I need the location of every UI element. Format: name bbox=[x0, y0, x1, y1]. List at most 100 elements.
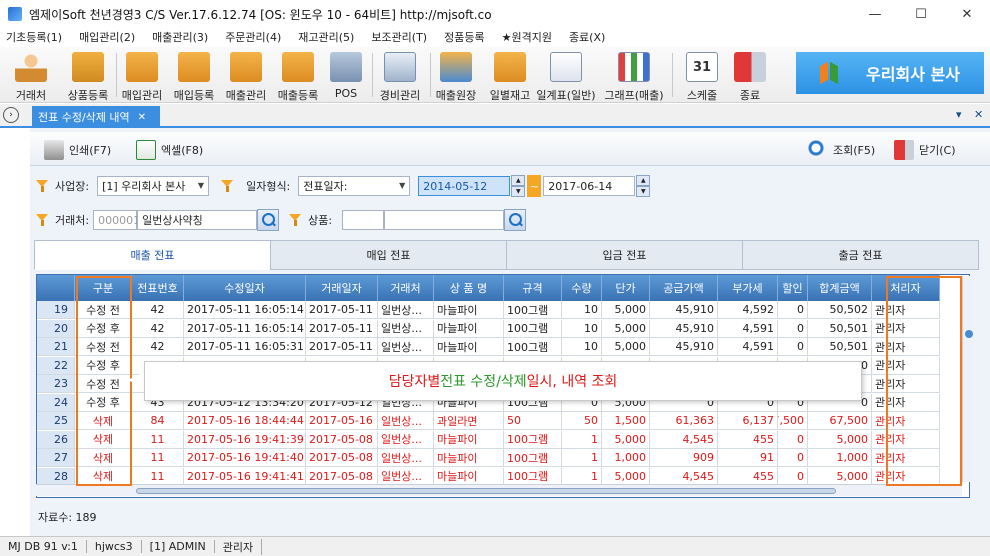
side-panel-toggle[interactable]: › bbox=[3, 107, 19, 123]
client-label: 거래처: bbox=[55, 214, 90, 227]
sales-ledger-button[interactable]: 매출원장 bbox=[426, 49, 486, 103]
grid-header-cell[interactable]: 상 품 명 bbox=[434, 275, 504, 301]
close-button[interactable]: ✕ bbox=[944, 0, 990, 28]
feature-callout: 담당자별 전표 수정/삭제 일시, 내역 조회 bbox=[144, 361, 862, 401]
minimize-button[interactable]: — bbox=[852, 0, 898, 28]
tab-purchase-voucher[interactable]: 매입 전표 bbox=[270, 240, 507, 270]
grid-header-cell[interactable]: 거래일자 bbox=[306, 275, 378, 301]
grid-header-cell[interactable]: 전표번호 bbox=[132, 275, 184, 301]
site-select[interactable]: [1] 우리회사 본사 ▼ bbox=[97, 176, 210, 196]
exit-button[interactable]: 종료 bbox=[720, 49, 780, 103]
sales-manage-button[interactable]: 매출관리 bbox=[216, 49, 276, 103]
tab-sales-voucher[interactable]: 매출 전표 bbox=[34, 240, 271, 270]
menu-inventory[interactable]: 재고관리(5) bbox=[298, 29, 354, 45]
pos-button[interactable]: POS bbox=[316, 49, 376, 100]
sales-graph-button[interactable]: 그래프(매출) bbox=[604, 49, 664, 103]
company-banner-button[interactable]: 우리회사 본사 bbox=[796, 52, 984, 94]
sales-box-icon bbox=[230, 52, 262, 82]
search-button[interactable]: 조회(F5) bbox=[808, 140, 875, 160]
client-button[interactable]: 거래처 bbox=[6, 49, 56, 103]
expense-manage-button[interactable]: 경비관리 bbox=[370, 49, 430, 103]
date-from-spinner[interactable]: ▲ ▼ bbox=[511, 175, 526, 197]
table-cell: 50,501 bbox=[808, 338, 872, 356]
table-row[interactable]: 20 수정 후 42 2017-05-11 16:05:14 2017-05-11 일번상… bbox=[37, 319, 940, 338]
daily-stock-button[interactable]: 일별재고 bbox=[480, 49, 540, 103]
tab-voucher-edit-history[interactable]: 전표 수정/삭제 내역 ✕ bbox=[32, 106, 160, 128]
date-type-select[interactable]: 전표일자: ▼ bbox=[298, 176, 411, 196]
grid-vertical-scrollbar[interactable] bbox=[962, 276, 974, 482]
table-cell: 7,500 bbox=[778, 412, 808, 430]
grid-header-cell[interactable]: 수정일자 bbox=[184, 275, 306, 301]
row-number: 28 bbox=[37, 467, 75, 486]
table-cell: 2017-05-08 bbox=[306, 449, 378, 467]
table-cell: 0 bbox=[778, 319, 808, 338]
product-code-input[interactable] bbox=[342, 210, 385, 230]
table-cell: 0 bbox=[778, 338, 808, 356]
client-code-input[interactable]: 000001 bbox=[93, 210, 140, 230]
tab-receipt-voucher[interactable]: 입금 전표 bbox=[506, 240, 743, 270]
table-row[interactable]: 27 삭제 11 2017-05-16 19:41:40 2017-05-08 일번상..… bbox=[37, 449, 940, 467]
purchase-manage-button[interactable]: 매입관리 bbox=[112, 49, 172, 103]
table-row[interactable]: 26 삭제 11 2017-05-16 19:41:39 2017-05-08 일번상..… bbox=[37, 430, 940, 449]
date-to-input[interactable]: 2017-06-14 bbox=[543, 176, 636, 196]
table-row[interactable]: 28 삭제 11 2017-05-16 19:41:41 2017-05-08 일번상..… bbox=[37, 467, 940, 486]
table-row[interactable]: 19 수정 전 42 2017-05-11 16:05:14 2017-05-11 일번상… bbox=[37, 301, 940, 319]
grid-horizontal-scrollbar[interactable] bbox=[36, 484, 962, 496]
product-name-input[interactable] bbox=[384, 210, 505, 230]
grid-header-cell[interactable]: 거래처 bbox=[378, 275, 434, 301]
product-register-button[interactable]: 상품등록 bbox=[58, 49, 118, 103]
daily-summary-button[interactable]: 일계표(일반) bbox=[536, 49, 596, 103]
date-range-separator: ~ bbox=[527, 175, 542, 197]
grid-header-cell[interactable]: 규격 bbox=[504, 275, 562, 301]
maximize-button[interactable]: ☐ bbox=[898, 0, 944, 28]
table-cell: 5,000 bbox=[602, 467, 650, 486]
table-row[interactable]: 25 삭제 84 2017-05-16 18:44:44 2017-05-16 일번상..… bbox=[37, 412, 940, 430]
tab-close-icon[interactable]: ✕ bbox=[138, 112, 146, 123]
menu-sales[interactable]: 매출관리(3) bbox=[152, 29, 208, 45]
purchase-register-button[interactable]: 매입등록 bbox=[164, 49, 224, 103]
menu-purchase[interactable]: 매입관리(2) bbox=[79, 29, 135, 45]
client-name-input[interactable]: 일번상사약칭 bbox=[137, 210, 258, 230]
table-cell: 45,910 bbox=[650, 319, 718, 338]
table-row[interactable]: 21 수정 전 42 2017-05-11 16:05:31 2017-05-11 일번상… bbox=[37, 338, 940, 356]
grid-header-cell[interactable]: 합계금액 bbox=[808, 275, 872, 301]
tab-list-dropdown[interactable]: ▾ bbox=[956, 108, 962, 121]
table-cell: 과일라면 bbox=[434, 412, 504, 430]
table-cell: 일번상... bbox=[378, 412, 434, 430]
grid-header-cell[interactable]: 수량 bbox=[562, 275, 602, 301]
table-cell: 11 bbox=[132, 467, 184, 486]
client-search-icon[interactable] bbox=[257, 209, 280, 231]
filter-funnel-icon bbox=[36, 180, 49, 192]
table-cell: 삭제 bbox=[75, 449, 132, 467]
table-cell: 100그램 bbox=[504, 338, 562, 356]
date-to-spinner[interactable]: ▲ ▼ bbox=[636, 175, 651, 197]
grid-header-cell[interactable]: 처리자 bbox=[872, 275, 940, 301]
grid-header-cell[interactable]: 공급가액 bbox=[650, 275, 718, 301]
table-cell: 2017-05-11 bbox=[306, 338, 378, 356]
menu-auxiliary[interactable]: 보조관리(T) bbox=[371, 29, 427, 45]
table-cell: 455 bbox=[718, 467, 778, 486]
row-number: 22 bbox=[37, 356, 75, 375]
grid-header: 구분 전표번호 수정일자 거래일자 거래처 상 품 명 규격 수량 단가 공급가액 부가세 할인 합계금… bbox=[37, 275, 940, 301]
table-cell: 1,000 bbox=[602, 449, 650, 467]
grid-header-cell[interactable]: 구분 bbox=[75, 275, 132, 301]
table-cell: 0 bbox=[778, 430, 808, 449]
print-button[interactable]: 인쇄(F7) bbox=[44, 140, 111, 160]
grid-header-cell[interactable]: 단가 bbox=[602, 275, 650, 301]
menu-license[interactable]: 정품등록 bbox=[444, 29, 484, 45]
grid-header-cell[interactable]: 할인 bbox=[778, 275, 808, 301]
close-panel-button[interactable]: 닫기(C) bbox=[894, 140, 956, 160]
grid-header-cell[interactable]: 부가세 bbox=[718, 275, 778, 301]
date-from-input[interactable]: 2014-05-12 bbox=[418, 176, 511, 196]
product-search-icon[interactable] bbox=[504, 209, 527, 231]
table-cell: 삭제 bbox=[75, 412, 132, 430]
chevron-down-icon: ▼ bbox=[197, 181, 205, 190]
menu-basic[interactable]: 기초등록(1) bbox=[6, 29, 62, 45]
menu-order[interactable]: 주문관리(4) bbox=[225, 29, 281, 45]
tab-close-all[interactable]: ✕ bbox=[974, 108, 983, 121]
product-label: 상품: bbox=[308, 214, 333, 227]
menu-exit[interactable]: 종료(X) bbox=[569, 29, 605, 45]
tab-payment-voucher[interactable]: 출금 전표 bbox=[742, 240, 979, 270]
menu-remote-support[interactable]: ★원격지원 bbox=[502, 29, 552, 45]
excel-button[interactable]: 엑셀(F8) bbox=[136, 140, 203, 160]
